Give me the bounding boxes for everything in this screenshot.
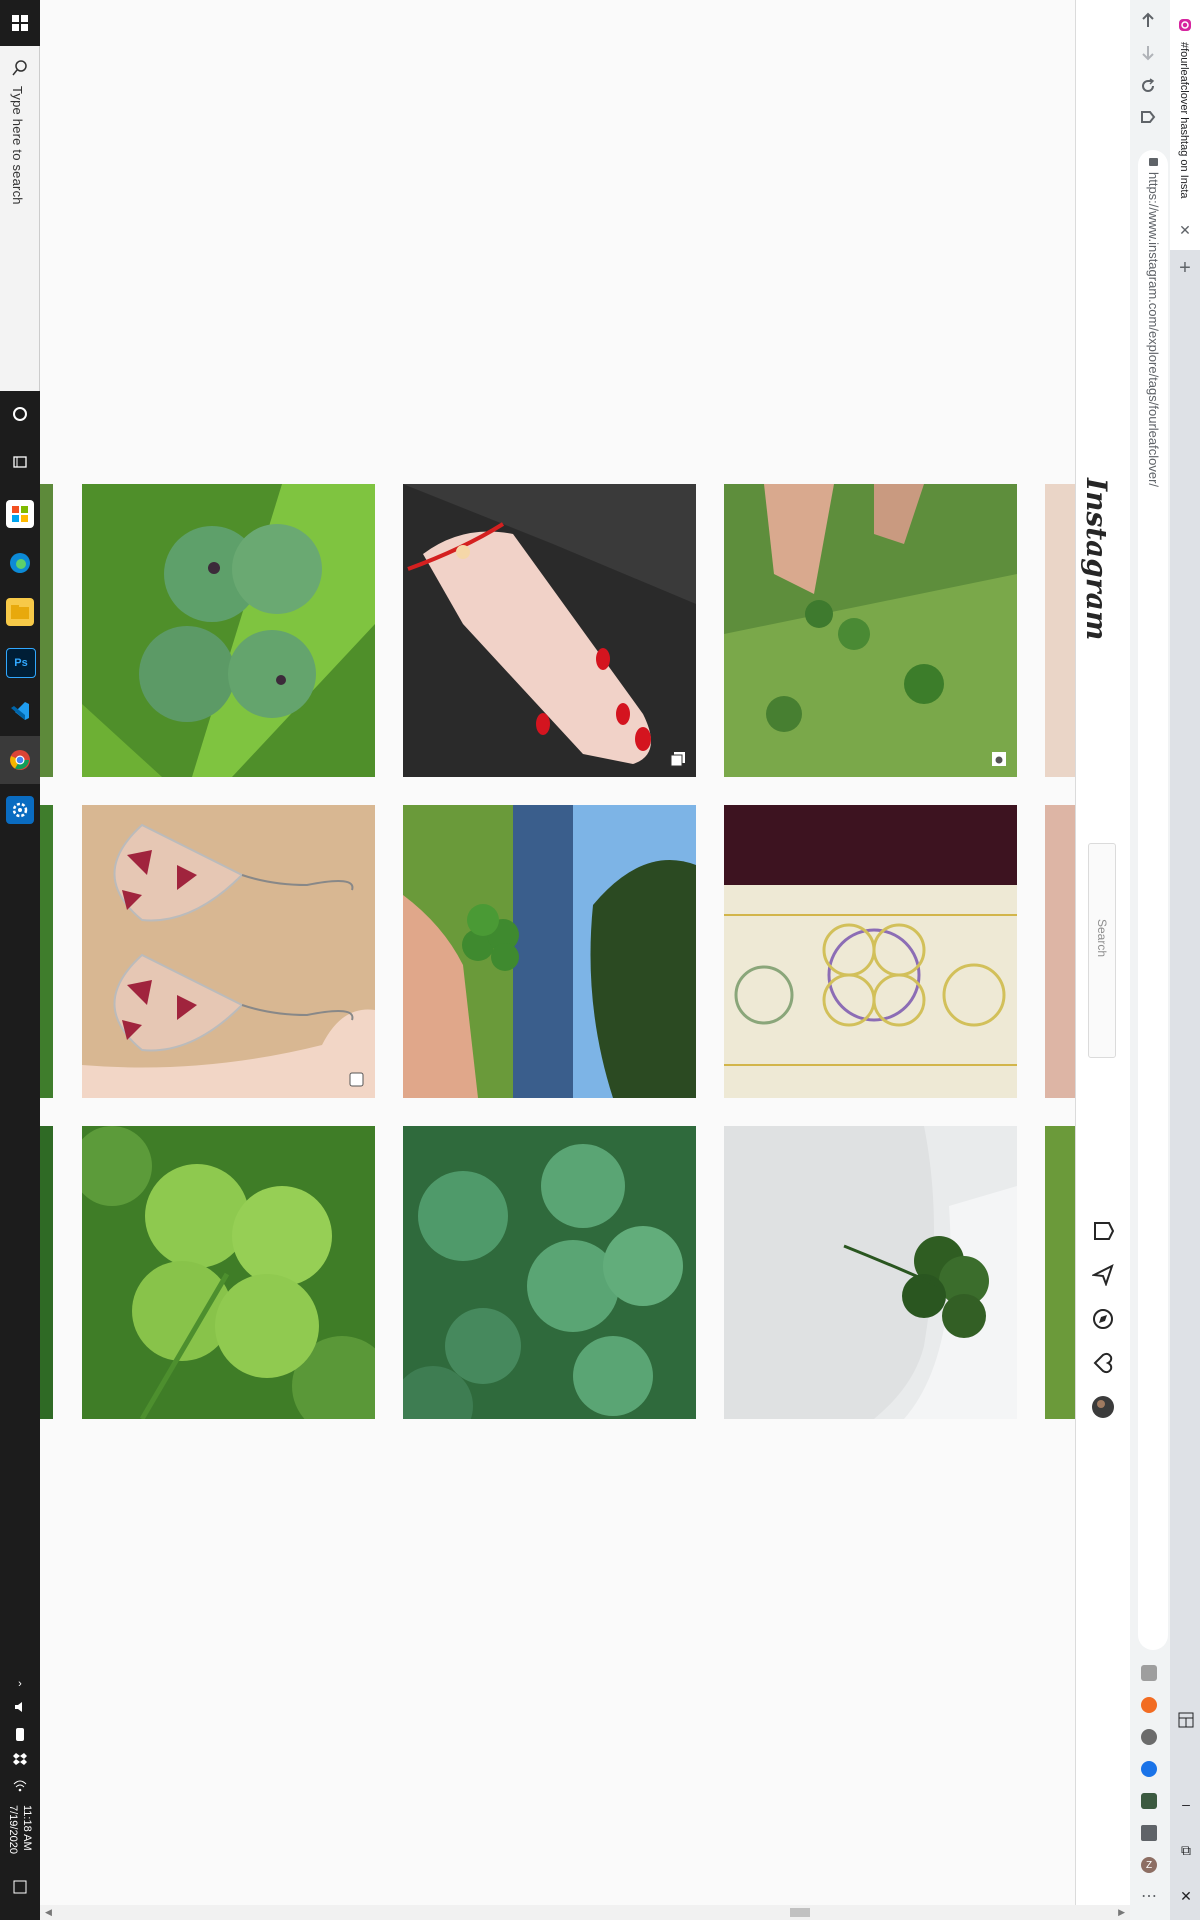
bitwarden-extension-icon[interactable] — [1141, 1761, 1157, 1777]
address-bar[interactable]: https://www.instagram.com/explore/tags/f… — [1138, 150, 1168, 1650]
windows-taskbar: Type here to search Ps › 11:18 AM 7/19/2… — [0, 0, 40, 1920]
instagram-hashtag-page — [40, 0, 1075, 1905]
post-thumbnail-picking-clover[interactable] — [724, 484, 1017, 777]
extensions-puzzle-icon[interactable] — [1141, 1825, 1157, 1841]
clock-date: 7/19/2020 — [7, 1805, 19, 1854]
close-window-icon[interactable]: ✕ — [1176, 1886, 1196, 1906]
new-tab-icon[interactable]: + — [1175, 257, 1195, 279]
post-thumbnail-partial[interactable] — [1045, 805, 1075, 1098]
explore-compass-icon[interactable] — [1090, 1306, 1116, 1332]
minimize-icon[interactable]: – — [1176, 1794, 1196, 1814]
tab-title: #fourleafclover hashtag on Insta — [1178, 42, 1190, 199]
instagram-search-input[interactable]: Search — [1088, 843, 1116, 1058]
post-thumbnail-four-leaf-clover[interactable] — [82, 1126, 375, 1419]
home-icon[interactable] — [1090, 1218, 1116, 1244]
scrollbar-thumb[interactable] — [790, 1908, 810, 1917]
start-button[interactable] — [0, 0, 40, 46]
edge-icon[interactable] — [6, 549, 34, 577]
forward-arrow-icon[interactable] — [1138, 43, 1158, 63]
task-view-icon[interactable] — [6, 448, 34, 476]
back-arrow-icon[interactable] — [1138, 10, 1158, 30]
tab-manager-extension-icon[interactable] — [1141, 1793, 1157, 1809]
search-icon — [12, 60, 27, 76]
cortana-icon[interactable] — [6, 400, 34, 428]
taskbar-search-placeholder: Type here to search — [10, 86, 25, 205]
profile-initial: Z — [1145, 1859, 1153, 1871]
post-thumbnail-partial[interactable] — [40, 1126, 53, 1419]
volume-icon[interactable] — [0, 1700, 40, 1714]
instagram-logo[interactable]: Instagram — [1080, 478, 1113, 640]
post-thumbnail-clover-patch[interactable] — [403, 1126, 696, 1419]
post-thumbnail-clover-by-lake[interactable] — [403, 805, 696, 1098]
tab-strip: #fourleafclover hashtag on Insta ✕ + – ⧉… — [1170, 0, 1200, 1920]
browser-tab-active[interactable]: #fourleafclover hashtag on Insta ✕ — [1170, 0, 1200, 250]
lock-icon — [1149, 158, 1158, 166]
post-thumbnail-partial[interactable] — [1045, 484, 1075, 777]
file-explorer-icon[interactable] — [6, 598, 34, 626]
maximize-icon[interactable]: ⧉ — [1176, 1840, 1196, 1860]
taskbar-clock[interactable]: 11:18 AM 7/19/2020 — [6, 1805, 34, 1854]
post-thumbnail-teardrop-earrings[interactable] — [82, 805, 375, 1098]
scroll-left-arrow-icon[interactable]: ◀ — [45, 1907, 52, 1918]
direct-message-icon[interactable] — [1090, 1262, 1116, 1288]
windows-logo-icon — [12, 15, 28, 31]
profile-avatar[interactable] — [1090, 1394, 1116, 1420]
dark-reader-extension-icon[interactable] — [1141, 1729, 1157, 1745]
home-button-icon[interactable] — [1138, 107, 1158, 127]
instagram-favicon-icon — [1179, 19, 1191, 31]
settings-app-icon[interactable] — [6, 796, 34, 824]
vscode-icon[interactable] — [6, 697, 34, 725]
activity-heart-icon[interactable] — [1090, 1350, 1116, 1376]
chrome-icon[interactable] — [6, 746, 34, 774]
url-text: https://www.instagram.com/explore/tags/f… — [1146, 172, 1161, 488]
post-thumbnail-clover-drawing[interactable] — [724, 805, 1017, 1098]
chrome-menu-icon[interactable]: ⋯ — [1139, 1886, 1159, 1906]
dropbox-icon[interactable] — [0, 1752, 40, 1766]
post-thumbnail-clover-in-dish[interactable] — [724, 1126, 1017, 1419]
close-tab-icon[interactable]: ✕ — [1175, 220, 1195, 240]
tray-chevron-icon[interactable]: › — [0, 1678, 40, 1690]
taskbar-search-box[interactable]: Type here to search — [0, 46, 40, 391]
tab-search-icon[interactable] — [1176, 1710, 1196, 1730]
multiple-posts-icon — [349, 1072, 364, 1087]
post-thumbnail-partial[interactable] — [40, 484, 53, 777]
profile-avatar-icon[interactable]: Z — [1141, 1857, 1157, 1873]
post-thumbnail-partial[interactable] — [40, 805, 53, 1098]
reload-icon[interactable] — [1138, 76, 1158, 96]
battery-icon[interactable] — [0, 1726, 40, 1742]
notification-center-icon[interactable] — [0, 1880, 40, 1894]
search-placeholder: Search — [1095, 919, 1109, 958]
clock-time: 11:18 AM — [21, 1805, 33, 1851]
post-thumbnail-three-leaf-clover[interactable] — [82, 484, 375, 777]
horizontal-scrollbar[interactable]: ◀ ▶ — [40, 1905, 1130, 1920]
post-thumbnail-partial[interactable] — [1045, 1126, 1075, 1419]
scroll-right-arrow-icon[interactable]: ▶ — [1118, 1907, 1125, 1918]
store-icon[interactable] — [6, 500, 34, 528]
network-icon[interactable] — [0, 1778, 40, 1792]
video-post-icon — [992, 752, 1006, 766]
multiple-posts-icon — [670, 752, 685, 767]
honey-extension-icon[interactable] — [1141, 1697, 1157, 1713]
grammarly-extension-icon[interactable] — [1141, 1665, 1157, 1681]
photoshop-icon[interactable]: Ps — [6, 648, 36, 678]
instagram-header: Instagram Search — [1075, 0, 1130, 1905]
post-thumbnail-red-bracelet[interactable] — [403, 484, 696, 777]
